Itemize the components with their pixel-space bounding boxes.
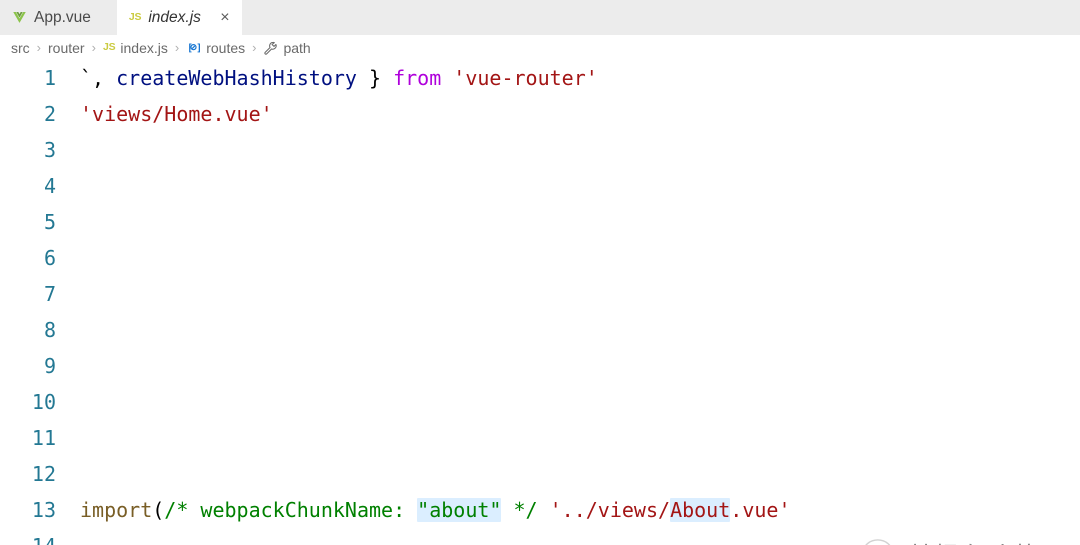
line-number: 5 <box>43 210 56 234</box>
line-number: 13 <box>31 498 56 522</box>
tab-label-app-vue: App.vue <box>34 8 91 26</box>
breadcrumb-separator: › <box>252 40 257 55</box>
code-line[interactable]: 9 <box>0 348 1080 384</box>
js-file-icon: JS <box>102 41 116 54</box>
js-file-icon: JS <box>128 11 142 24</box>
breadcrumb-label-router: router <box>48 39 85 56</box>
line-number: 6 <box>43 246 56 270</box>
tab-app-vue[interactable]: App.vue <box>0 0 117 35</box>
close-icon[interactable]: × <box>218 9 232 26</box>
code-line[interactable]: 6 <box>0 240 1080 276</box>
svg-text:]: ] <box>196 43 201 54</box>
line-number: 8 <box>43 318 56 342</box>
breadcrumb-item-index-js[interactable]: JS index.js <box>103 41 168 55</box>
code-token: 'vue-router' <box>453 66 598 90</box>
code-token: ( <box>152 498 165 522</box>
code-line[interactable]: 11 <box>0 420 1080 456</box>
vue-file-icon <box>12 10 27 25</box>
line-number: 7 <box>43 282 56 306</box>
line-number: 1 <box>43 66 56 90</box>
code-token: .vue' <box>730 498 791 522</box>
breadcrumb-item-src[interactable]: src <box>11 41 30 55</box>
code-line-text[interactable]: import(/* webpackChunkName: "about" */ '… <box>68 498 1080 522</box>
find-match-highlight: About <box>670 498 731 522</box>
code-line[interactable]: 14 <box>0 528 1080 545</box>
tab-index-js[interactable]: JS index.js × <box>116 0 242 35</box>
code-token: } <box>356 66 394 90</box>
code-line[interactable]: 13 import(/* webpackChunkName: "about" */… <box>0 492 1080 528</box>
editor-tab-bar: App.vue JS index.js × <box>0 0 1080 35</box>
line-number: 12 <box>31 462 56 486</box>
code-line[interactable]: 3 <box>0 132 1080 168</box>
line-number: 10 <box>31 390 56 414</box>
code-line[interactable]: 12 <box>0 456 1080 492</box>
code-token: `, <box>80 66 117 90</box>
find-match-highlight: "about" <box>417 498 502 522</box>
wrench-icon <box>263 41 278 55</box>
line-number: 3 <box>43 138 56 162</box>
line-number: 11 <box>31 426 56 450</box>
code-editor[interactable]: 1 `, createWebHashHistory } from 'vue-rou… <box>0 60 1080 545</box>
line-number: 14 <box>0 534 68 545</box>
code-line[interactable]: 2 'views/Home.vue' <box>0 96 1080 132</box>
code-line-text[interactable]: 'views/Home.vue' <box>68 102 1080 126</box>
tab-label-index-js: index.js <box>148 8 201 26</box>
tab-bar-empty-space <box>241 0 1080 35</box>
breadcrumb-label-routes: routes <box>206 39 246 56</box>
code-line[interactable]: 10 <box>0 384 1080 420</box>
breadcrumb-item-path[interactable]: path <box>263 39 311 56</box>
code-token: from <box>393 66 442 90</box>
breadcrumb-item-routes[interactable]: [ ] routes <box>186 41 245 55</box>
breadcrumb-separator: › <box>91 40 96 55</box>
breadcrumb-label-path: path <box>283 39 311 56</box>
line-number: 4 <box>43 174 56 198</box>
code-token: '../views/ <box>549 498 671 522</box>
breadcrumb-label-index-js: index.js <box>120 39 168 56</box>
code-line[interactable]: 5 <box>0 204 1080 240</box>
code-token: /* webpackChunkName: <box>164 498 418 522</box>
code-token: */ <box>501 498 538 522</box>
code-line[interactable]: 7 <box>0 276 1080 312</box>
code-line-text[interactable]: `, createWebHashHistory } from 'vue-rout… <box>68 66 1080 90</box>
line-number: 9 <box>43 354 56 378</box>
breadcrumb-label-src: src <box>11 39 30 56</box>
breadcrumb: src › router › JS index.js › [ ] routes … <box>0 35 1080 60</box>
breadcrumb-separator: › <box>174 40 180 55</box>
code-token: 'views/Home.vue' <box>80 102 273 126</box>
line-number: 2 <box>43 102 56 126</box>
code-lines-container: 1 `, createWebHashHistory } from 'vue-rou… <box>0 60 1080 545</box>
code-line[interactable]: 8 <box>0 312 1080 348</box>
breadcrumb-separator: › <box>36 40 42 55</box>
code-line[interactable]: 4 <box>0 168 1080 204</box>
breadcrumb-item-router[interactable]: router <box>48 41 85 55</box>
field-symbol-icon: [ ] <box>186 41 201 54</box>
code-token: import <box>80 498 153 522</box>
code-token: createWebHashHistory <box>116 66 357 90</box>
vscode-window: App.vue JS index.js × src › router › JS … <box>0 0 1080 545</box>
code-line[interactable]: 1 `, createWebHashHistory } from 'vue-rou… <box>0 60 1080 96</box>
